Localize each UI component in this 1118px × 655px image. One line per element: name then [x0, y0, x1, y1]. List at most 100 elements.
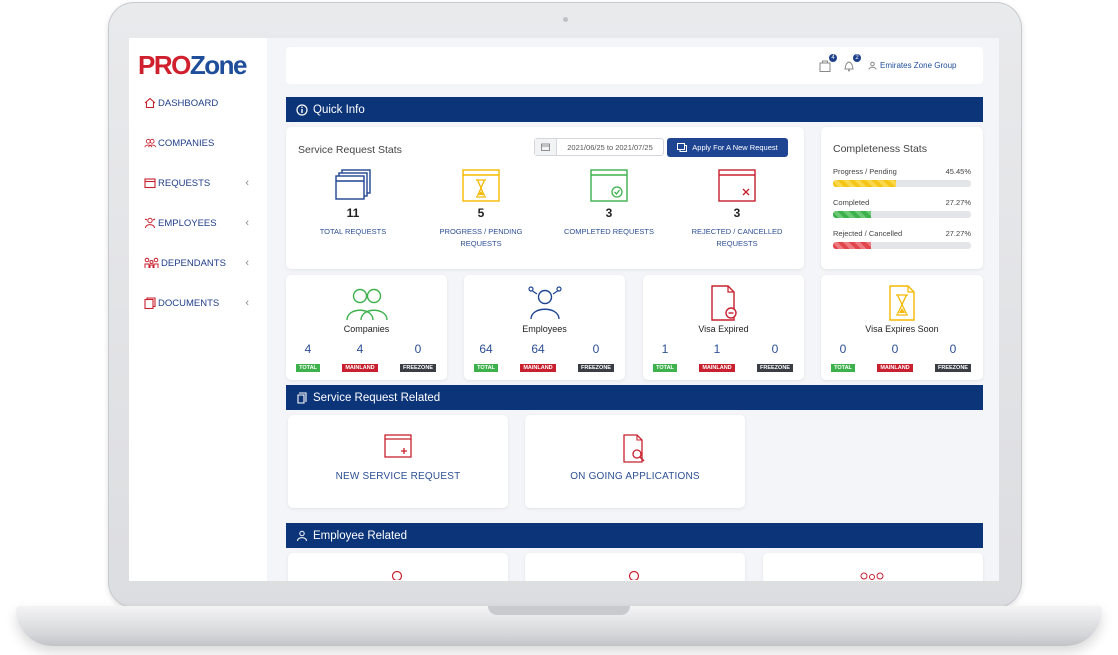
- total-tag: TOTAL: [653, 364, 677, 372]
- apply-new-request-button[interactable]: Apply For A New Request: [667, 138, 788, 157]
- sidebar-item-documents[interactable]: DOCUMENTS ‹: [144, 295, 249, 311]
- cart-badge: 4: [829, 54, 837, 62]
- person-icon: [628, 570, 640, 580]
- user-menu[interactable]: Emirates Zone Group: [868, 61, 956, 70]
- new-service-request-card[interactable]: NEW SERVICE REQUEST: [288, 415, 508, 508]
- x-window-icon: [718, 169, 756, 202]
- expired-document-icon: [710, 285, 737, 321]
- camera: [563, 17, 568, 22]
- check-window-icon: [590, 169, 628, 202]
- companies-icon: [345, 288, 388, 321]
- freezone-tag: FREEZONE: [935, 364, 971, 372]
- quick-info-header: Quick Info: [286, 97, 983, 122]
- visa-expires-soon-summary-card[interactable]: Visa Expires Soon 0 TOTAL 0 MAINLAND 0 FREE…: [821, 275, 983, 380]
- employees-icon: [527, 286, 562, 320]
- people-icon: [144, 137, 156, 149]
- request-icon: [297, 391, 307, 404]
- ongoing-applications-card[interactable]: ON GOING APPLICATIONS: [525, 415, 745, 508]
- home-icon: [144, 97, 156, 109]
- stat-value: 3: [605, 206, 613, 220]
- chevron-left-icon[interactable]: ‹: [245, 177, 249, 189]
- summary-name: Visa Expired: [698, 324, 749, 334]
- freezone-count: 0: [592, 342, 600, 356]
- service-request-stats-card: Service Request Stats 2021/06/25 to 2021…: [286, 127, 804, 269]
- mainland-count: 4: [356, 342, 364, 356]
- stat-total-requests[interactable]: 11 TOTAL REQUESTS: [298, 169, 408, 238]
- progress-row-completed: Completed 27.27%: [833, 198, 971, 218]
- logo[interactable]: PROZone: [138, 50, 248, 81]
- logo-pro: PRO: [138, 50, 191, 80]
- total-count: 0: [839, 342, 847, 356]
- mainland-tag: MAINLAND: [877, 364, 913, 372]
- freezone-tag: FREEZONE: [400, 364, 436, 372]
- summary-name: Employees: [522, 324, 567, 334]
- employees-summary-card[interactable]: Employees 64 TOTAL 64 MAINLAND 0 FREEZONE: [464, 275, 625, 380]
- sidebar-item-dashboard[interactable]: DASHBOARD: [144, 95, 249, 111]
- companies-summary-card[interactable]: Companies 4 TOTAL 4 MAINLAND 0 FREEZONE: [286, 275, 447, 380]
- total-count: 4: [304, 342, 312, 356]
- employee-action-card[interactable]: [288, 553, 508, 581]
- stat-value: 5: [477, 206, 485, 220]
- progress-label: Progress / Pending: [833, 167, 897, 176]
- request-icon: [677, 143, 688, 152]
- visa-expired-summary-card[interactable]: Visa Expired 1 TOTAL 1 MAINLAND 0 FREEZONE: [643, 275, 804, 380]
- stat-label: TOTAL REQUESTS: [319, 227, 387, 236]
- bell-icon[interactable]: 2: [842, 54, 861, 73]
- sidebar-item-companies[interactable]: COMPANIES: [144, 135, 249, 151]
- apply-button-label: Apply For A New Request: [692, 143, 778, 152]
- sidebar-item-label: REQUESTS: [158, 177, 211, 189]
- sidebar-item-label: EMPLOYEES: [158, 217, 217, 229]
- mainland-count: 64: [531, 342, 545, 356]
- notification-badge: 2: [853, 54, 861, 62]
- stat-rejected-requests[interactable]: 3 REJECTED / CANCELLED REQUESTS: [682, 169, 792, 250]
- logo-zone: Zone: [189, 50, 248, 80]
- date-range-picker[interactable]: 2021/06/25 to 2021/07/25: [534, 138, 664, 156]
- progress-label: Rejected / Cancelled: [833, 229, 903, 238]
- sidebar-item-label: DOCUMENTS: [158, 297, 220, 309]
- sidebar-item-label: DASHBOARD: [158, 97, 219, 109]
- summary-name: Visa Expires Soon: [865, 324, 939, 334]
- sidebar-item-employees[interactable]: EMPLOYEES ‹: [144, 215, 249, 231]
- total-tag: TOTAL: [831, 364, 855, 372]
- progress-value: 27.27%: [945, 229, 971, 238]
- sidebar: PROZone DASHBOARD COMPANIES REQUESTS ‹ E…: [129, 38, 267, 581]
- user-name: Emirates Zone Group: [880, 61, 957, 70]
- chevron-left-icon[interactable]: ‹: [245, 257, 249, 269]
- chevron-left-icon[interactable]: ‹: [245, 297, 249, 309]
- app-screen: PROZone DASHBOARD COMPANIES REQUESTS ‹ E…: [129, 38, 999, 581]
- progress-fill: [833, 211, 871, 218]
- window-icon: [144, 177, 156, 189]
- stat-label: COMPLETED REQUESTS: [563, 227, 654, 236]
- person-icon: [391, 570, 403, 580]
- employees-icon: [297, 530, 307, 541]
- stacked-windows-icon: [335, 169, 371, 200]
- freezone-tag: FREEZONE: [578, 364, 614, 372]
- section-title: Employee Related: [313, 529, 407, 542]
- total-count: 64: [479, 342, 493, 356]
- stat-pending-requests[interactable]: 5 PROGRESS / PENDING REQUESTS: [426, 169, 536, 250]
- stat-completed-requests[interactable]: 3 COMPLETED REQUESTS: [554, 169, 664, 238]
- progress-row-rejected: Rejected / Cancelled 27.27%: [833, 229, 971, 249]
- sidebar-item-requests[interactable]: REQUESTS ‹: [144, 175, 249, 191]
- document-search-icon: [623, 434, 645, 463]
- progress-track: [833, 211, 971, 218]
- employee-related-header: Employee Related: [286, 523, 983, 548]
- summary-name: Companies: [343, 324, 390, 334]
- freezone-count: 0: [414, 342, 422, 356]
- employee-action-card[interactable]: [525, 553, 745, 581]
- date-range-value: 2021/06/25 to 2021/07/25: [567, 142, 653, 152]
- total-tag: TOTAL: [474, 364, 498, 372]
- stat-value: 11: [346, 206, 360, 220]
- chevron-left-icon[interactable]: ‹: [245, 217, 249, 229]
- mainland-count: 1: [713, 342, 721, 356]
- progress-track: [833, 242, 971, 249]
- sidebar-item-dependants[interactable]: DEPENDANTS ‹: [144, 255, 249, 271]
- cart-icon[interactable]: 4: [818, 54, 837, 73]
- employee-action-card[interactable]: [763, 553, 983, 581]
- stat-label: REJECTED / CANCELLED REQUESTS: [691, 227, 783, 248]
- family-icon: [144, 257, 159, 269]
- freezone-tag: FREEZONE: [757, 364, 793, 372]
- card-title: Completeness Stats: [833, 143, 927, 155]
- documents-icon: [144, 297, 156, 309]
- action-label: ON GOING APPLICATIONS: [570, 471, 700, 482]
